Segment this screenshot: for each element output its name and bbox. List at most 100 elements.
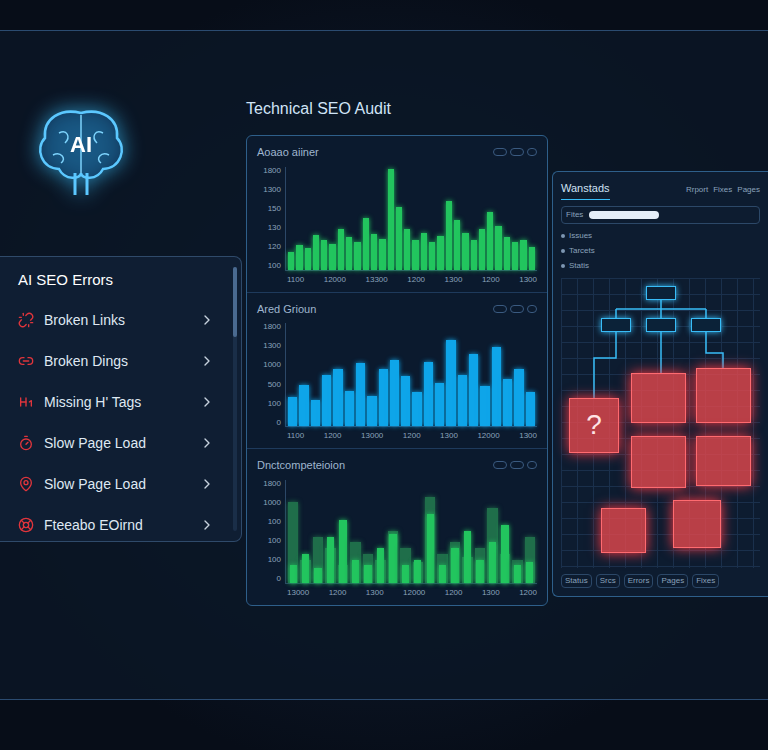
chart-toggle[interactable] xyxy=(493,461,507,469)
page-block[interactable] xyxy=(631,373,686,423)
chart-bar[interactable] xyxy=(402,565,409,582)
error-item[interactable]: Slow Page Load xyxy=(0,464,233,505)
footer-tab[interactable]: Status xyxy=(561,574,592,588)
chart-bar[interactable] xyxy=(424,362,433,426)
chart-bar[interactable] xyxy=(333,369,342,426)
chart-bar[interactable] xyxy=(412,240,418,270)
error-item[interactable]: Broken Dings xyxy=(0,341,233,382)
page-block[interactable] xyxy=(631,436,686,488)
chart-bar[interactable] xyxy=(346,237,352,269)
tree-node[interactable] xyxy=(691,318,721,332)
side-list-item[interactable]: Tarcets xyxy=(561,245,760,257)
footer-tab[interactable]: Errors xyxy=(624,574,654,588)
chart-bar[interactable] xyxy=(469,354,478,426)
chart-bar[interactable] xyxy=(501,525,508,582)
chart-bar[interactable] xyxy=(429,242,435,269)
chart-bar[interactable] xyxy=(305,248,311,270)
chart-bar[interactable] xyxy=(435,383,444,426)
chart-bar[interactable] xyxy=(396,207,402,270)
chart-toggle[interactable] xyxy=(527,461,537,469)
chart-bar[interactable] xyxy=(454,220,460,269)
chart-bar[interactable] xyxy=(489,542,496,582)
chart-bar[interactable] xyxy=(446,340,455,426)
tree-node[interactable] xyxy=(646,286,676,300)
page-block[interactable]: ? xyxy=(569,398,619,453)
side-tab[interactable]: Pages xyxy=(737,184,760,196)
chart-bar[interactable] xyxy=(313,235,319,269)
chart-bar[interactable] xyxy=(327,537,334,583)
chart-bar[interactable] xyxy=(296,245,302,269)
chart-bar[interactable] xyxy=(379,239,385,270)
chart-toggle[interactable] xyxy=(510,148,524,156)
error-item[interactable]: Slow Page Load xyxy=(0,423,233,464)
chart-bar[interactable] xyxy=(338,229,344,269)
chart-bar[interactable] xyxy=(367,396,376,426)
chart-toggle[interactable] xyxy=(493,148,507,156)
chart-bar[interactable] xyxy=(412,392,421,426)
chart-toggle[interactable] xyxy=(527,305,537,313)
chart-bar[interactable] xyxy=(526,392,535,426)
side-list-item[interactable]: Issues xyxy=(561,230,760,242)
chart-bar[interactable] xyxy=(311,400,320,426)
chart-bar[interactable] xyxy=(503,379,512,426)
chart-bar[interactable] xyxy=(290,565,297,582)
chart-bar[interactable] xyxy=(427,514,434,583)
chart-bar[interactable] xyxy=(480,386,489,426)
chart-bar[interactable] xyxy=(302,554,309,583)
chart-bar[interactable] xyxy=(495,226,501,269)
chart-bar[interactable] xyxy=(288,252,294,269)
chart-bar[interactable] xyxy=(458,375,467,427)
chart-bar[interactable] xyxy=(451,548,458,582)
page-block[interactable] xyxy=(673,500,721,548)
chart-bar[interactable] xyxy=(504,237,510,269)
chart-bar[interactable] xyxy=(529,247,535,270)
chart-bar[interactable] xyxy=(439,565,446,582)
footer-tab[interactable]: Pages xyxy=(657,574,688,588)
chart-bar[interactable] xyxy=(526,562,533,582)
page-block[interactable] xyxy=(601,508,646,553)
chart-bar[interactable] xyxy=(352,560,359,583)
chart-bar[interactable] xyxy=(321,240,327,270)
chart-bar[interactable] xyxy=(437,236,443,269)
chart-bar[interactable] xyxy=(388,169,394,269)
chart-bar[interactable] xyxy=(345,391,354,426)
chart-bar[interactable] xyxy=(512,242,518,269)
chart-bar[interactable] xyxy=(322,375,331,427)
chart-bar[interactable] xyxy=(379,369,388,426)
error-item[interactable]: Missing H' Tags xyxy=(0,382,233,423)
chart-bar[interactable] xyxy=(377,548,384,582)
chart-bar[interactable] xyxy=(487,212,493,269)
chart-bar[interactable] xyxy=(390,360,399,426)
chart-bar[interactable] xyxy=(288,397,297,426)
chart-toggle[interactable] xyxy=(510,461,524,469)
chart-bar[interactable] xyxy=(421,233,427,270)
chart-bar[interactable] xyxy=(329,244,335,270)
scrollbar[interactable] xyxy=(233,267,237,531)
chart-bar[interactable] xyxy=(356,363,365,426)
chart-bar[interactable] xyxy=(476,560,483,583)
chart-bar[interactable] xyxy=(492,347,501,426)
chart-bar[interactable] xyxy=(314,568,321,582)
chart-bar[interactable] xyxy=(354,242,360,269)
chart-toggle[interactable] xyxy=(510,305,524,313)
footer-tab[interactable]: Srcs xyxy=(596,574,620,588)
side-tab[interactable]: Rrport xyxy=(686,184,708,196)
chart-bar[interactable] xyxy=(371,234,377,269)
footer-tab[interactable]: Fixes xyxy=(692,574,719,588)
page-block[interactable] xyxy=(696,436,751,486)
chart-bar[interactable] xyxy=(299,385,308,426)
chart-bar[interactable] xyxy=(364,565,371,582)
chart-bar[interactable] xyxy=(401,376,410,426)
chart-bar[interactable] xyxy=(514,565,521,582)
tree-node[interactable] xyxy=(601,318,631,332)
chart-bar[interactable] xyxy=(404,229,410,269)
filter-field[interactable]: Fites xyxy=(561,206,760,224)
side-list-item[interactable]: Statis xyxy=(561,260,760,272)
chart-bar[interactable] xyxy=(464,531,471,583)
chart-bar[interactable] xyxy=(479,229,485,269)
chart-bar[interactable] xyxy=(339,520,346,583)
error-item[interactable]: Fteeabo EOirnd xyxy=(0,505,233,546)
chart-bar[interactable] xyxy=(363,218,369,270)
chart-toggle[interactable] xyxy=(527,148,537,156)
side-tab[interactable]: Fixes xyxy=(713,184,732,196)
